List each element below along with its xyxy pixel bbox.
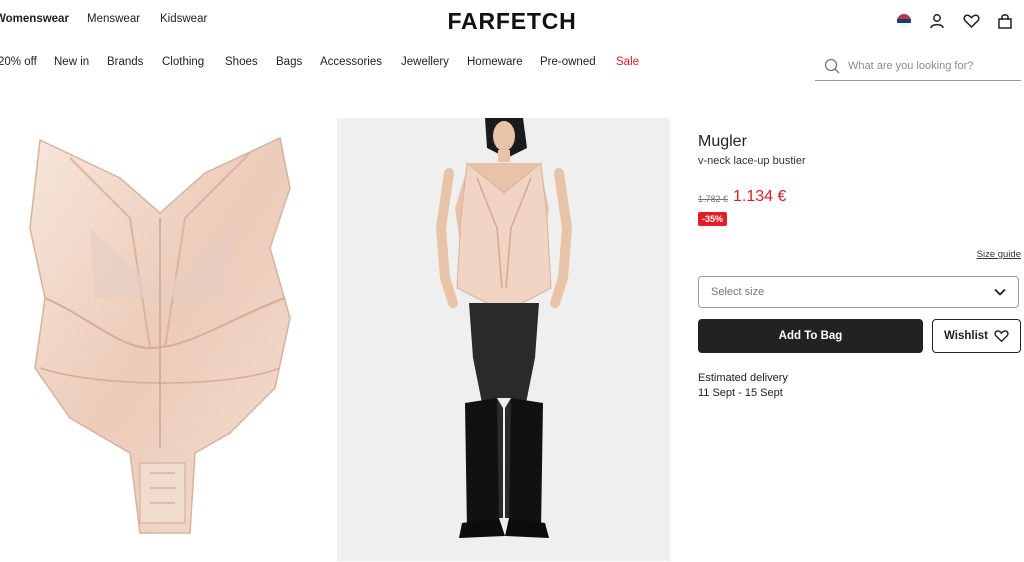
nav-jewellery[interactable]: Jewellery [401,56,449,68]
product-image-model[interactable] [337,118,670,561]
original-price: 1.782 € [698,194,729,204]
estimated-delivery-dates: 11 Sept - 15 Sept [698,387,783,399]
nav-20-off[interactable]: 20% off [0,56,37,68]
size-guide-link[interactable]: Size guide [960,249,1021,260]
size-select-label: Select size [711,286,765,298]
nav-accessories[interactable]: Accessories [320,56,382,68]
wishlist-button[interactable]: Wishlist [932,319,1021,353]
search-icon [824,58,840,74]
product-brand[interactable]: Mugler [698,133,747,151]
nav-homeware[interactable]: Homeware [467,56,523,68]
nav-shoes[interactable]: Shoes [225,56,258,68]
nav-clothing[interactable]: Clothing [162,56,204,68]
product-name: v-neck lace-up bustier [698,155,806,167]
nav-sale[interactable]: Sale [616,56,639,68]
chevron-down-icon [994,288,1006,296]
shopping-bag-icon[interactable] [995,11,1015,31]
nav-brands[interactable]: Brands [107,56,143,68]
farfetch-logo[interactable]: FARFETCH [0,8,1024,35]
heart-icon [994,329,1009,343]
nav-new-in[interactable]: New in [54,56,89,68]
add-to-bag-button[interactable]: Add To Bag [698,319,923,353]
wishlist-heart-icon[interactable] [961,11,981,31]
discount-badge: -35% [698,212,728,226]
search-bar[interactable] [815,51,1021,81]
search-input[interactable] [846,58,1020,73]
serbia-flag-icon[interactable] [894,11,914,31]
size-select[interactable]: Select size [698,276,1019,308]
nav-pre-owned[interactable]: Pre-owned [540,56,596,68]
wishlist-label: Wishlist [944,330,988,342]
account-icon[interactable] [927,11,947,31]
sale-price: 1.134 € [733,188,787,205]
estimated-delivery-label: Estimated delivery [698,372,788,384]
nav-bags[interactable]: Bags [276,56,302,68]
product-image-front[interactable] [0,118,320,561]
